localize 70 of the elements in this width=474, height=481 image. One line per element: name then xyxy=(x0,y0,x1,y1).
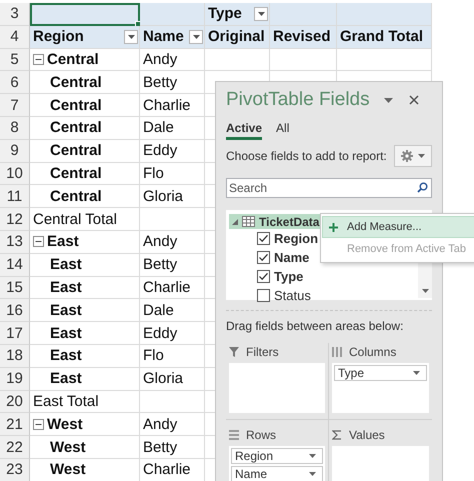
row-number: 10 xyxy=(0,162,30,186)
table-cell: Dale xyxy=(140,299,205,322)
row-number: 20 xyxy=(0,390,30,414)
table-cell: Andy xyxy=(140,48,205,72)
total-label: Central Total xyxy=(30,208,140,231)
total-label: East Total xyxy=(30,390,140,414)
table-cell: Betty xyxy=(140,436,205,459)
area-label: Filters xyxy=(246,345,279,359)
table-cell: Flo xyxy=(140,344,205,368)
table-cell: Flo xyxy=(140,162,205,186)
row-number: 15 xyxy=(0,276,30,300)
area-label: Columns xyxy=(349,345,396,359)
row-label: West xyxy=(30,458,140,481)
row-label: East xyxy=(30,344,140,368)
row-number: 4 xyxy=(0,26,30,49)
row-label: Central xyxy=(30,71,140,94)
row-number: 19 xyxy=(0,368,30,391)
table-cell: Dale xyxy=(140,116,205,140)
table-cell: Charlie xyxy=(140,458,205,481)
row-number: 18 xyxy=(0,344,30,368)
row-label: East xyxy=(47,233,79,250)
row-label: Central xyxy=(30,162,140,186)
row-number: 21 xyxy=(0,413,30,436)
table-cell: Betty xyxy=(140,254,205,277)
row-number: 11 xyxy=(0,185,30,208)
row-number: 22 xyxy=(0,436,30,459)
row-label: East xyxy=(30,276,140,300)
row-number: 14 xyxy=(0,254,30,277)
row-number: 12 xyxy=(0,208,30,231)
instruction-text: Choose fields to add to report: xyxy=(226,149,387,163)
column-header: Original xyxy=(208,28,265,46)
column-header: Grand Total xyxy=(340,28,424,46)
row-number: 5 xyxy=(0,48,30,72)
table-cell: Charlie xyxy=(140,94,205,117)
row-number: 7 xyxy=(0,94,30,117)
table-cell: Betty xyxy=(140,71,205,94)
area-label: Rows xyxy=(246,428,276,442)
table-cell: Andy xyxy=(140,230,205,254)
column-header: Revised xyxy=(273,28,331,46)
table-cell: Eddy xyxy=(140,322,205,345)
table-cell: Gloria xyxy=(140,368,205,391)
row-label: West xyxy=(47,416,83,433)
row-number: 9 xyxy=(0,140,30,163)
row-label: East xyxy=(30,368,140,391)
table-cell: Charlie xyxy=(140,276,205,300)
pane-title: PivotTable Fields xyxy=(226,89,370,111)
row-label: Central xyxy=(30,116,140,140)
table-cell: Andy xyxy=(140,413,205,436)
row-number: 13 xyxy=(0,230,30,254)
column-header: Region xyxy=(33,28,84,46)
row-number: 23 xyxy=(0,458,30,481)
row-label: Central xyxy=(30,94,140,117)
row-label: Central xyxy=(30,185,140,208)
row-number: 8 xyxy=(0,116,30,140)
row-number: 3 xyxy=(0,3,30,26)
areas-hint: Drag fields between areas below: xyxy=(226,319,404,335)
row-label: East xyxy=(30,299,140,322)
row-number: 17 xyxy=(0,322,30,345)
column-label: Type xyxy=(208,5,242,22)
row-number: 6 xyxy=(0,71,30,94)
row-label: Central xyxy=(47,50,99,68)
table-cell: Gloria xyxy=(140,185,205,208)
row-label: West xyxy=(30,436,140,459)
row-label: East xyxy=(30,254,140,277)
row-number: 16 xyxy=(0,299,30,322)
table-cell: Eddy xyxy=(140,140,205,163)
row-label: Central xyxy=(30,140,140,163)
column-header: Name xyxy=(143,28,184,46)
row-label: East xyxy=(30,322,140,345)
area-label: Values xyxy=(349,428,385,442)
